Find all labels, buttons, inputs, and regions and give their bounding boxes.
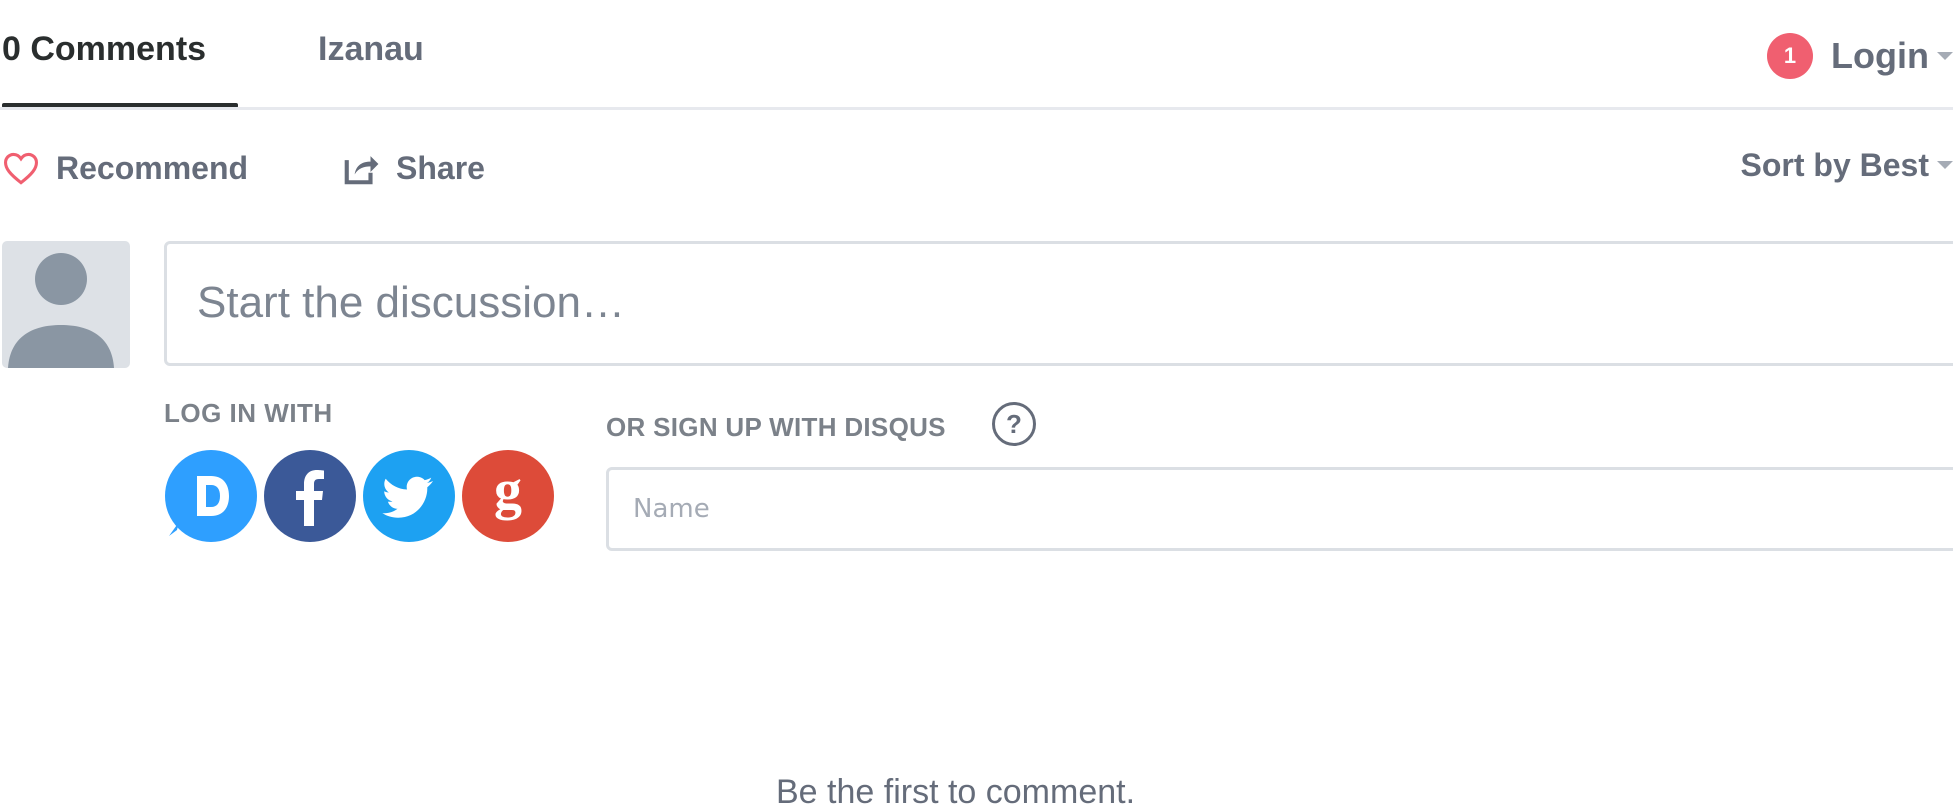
google-icon: g — [494, 459, 522, 521]
share-label: Share — [396, 149, 485, 186]
heart-icon — [2, 148, 42, 188]
comment-textarea[interactable]: Start the discussion… — [164, 241, 1953, 366]
recommend-label: Recommend — [56, 149, 249, 186]
chevron-down-icon — [1937, 161, 1953, 169]
tab-comments[interactable]: 0 Comments — [2, 30, 206, 69]
facebook-login-button[interactable] — [264, 450, 356, 542]
nav-divider — [0, 107, 1953, 110]
chevron-down-icon — [1937, 52, 1953, 60]
name-input[interactable] — [606, 467, 1953, 551]
recommend-button[interactable]: Recommend — [2, 143, 248, 193]
disqus-icon — [169, 476, 229, 536]
sort-label: Sort by Best — [1740, 146, 1929, 183]
empty-state-message: Be the first to comment. — [776, 773, 1136, 811]
avatar — [2, 241, 130, 368]
facebook-icon — [296, 470, 324, 526]
help-icon[interactable]: ? — [992, 402, 1036, 446]
sort-dropdown[interactable]: Sort by Best — [1741, 140, 1953, 190]
svg-text:g: g — [494, 459, 522, 521]
login-with-label: LOG IN WITH — [164, 398, 333, 428]
google-login-button[interactable]: g — [462, 450, 554, 542]
twitter-login-button[interactable] — [363, 450, 455, 542]
twitter-icon — [382, 476, 433, 518]
comment-placeholder: Start the discussion… — [197, 278, 625, 327]
notification-badge[interactable]: 1 — [1767, 33, 1814, 79]
share-icon — [342, 148, 382, 188]
disqus-login-button[interactable] — [165, 450, 257, 542]
share-button[interactable]: Share — [342, 143, 485, 193]
tab-community[interactable]: Izanau — [318, 30, 424, 69]
login-label[interactable]: Login — [1831, 35, 1929, 77]
signup-label: OR SIGN UP WITH DISQUS — [606, 412, 946, 442]
login-menu[interactable]: 1 Login — [1767, 28, 1953, 84]
